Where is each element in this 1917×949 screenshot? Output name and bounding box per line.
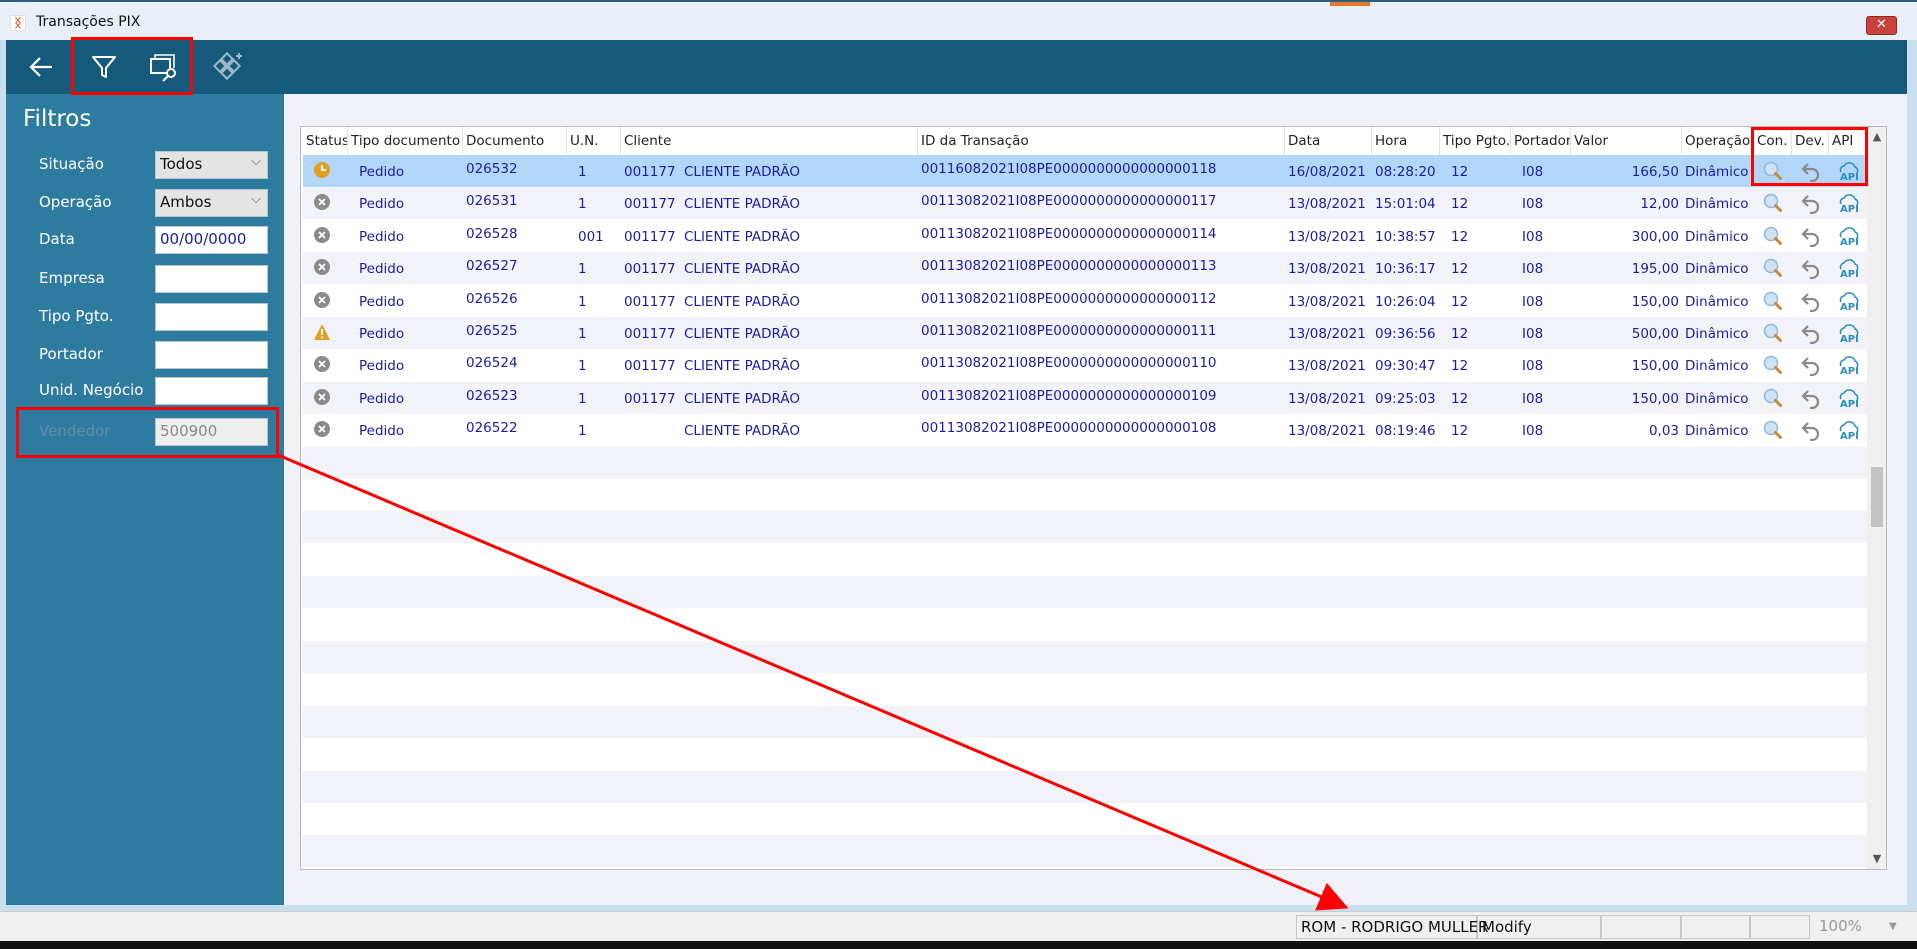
annotation-arrow [277,453,1349,911]
